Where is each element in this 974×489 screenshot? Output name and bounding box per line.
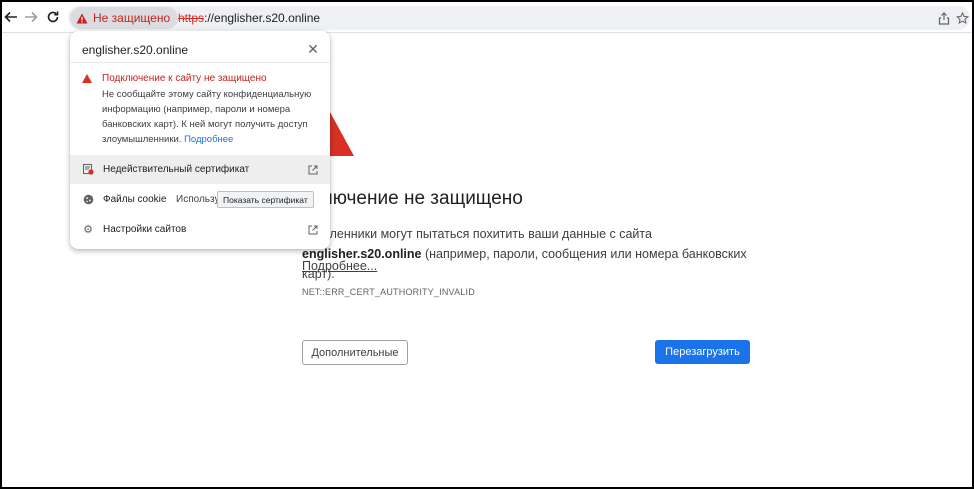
share-icon[interactable] <box>936 10 952 26</box>
popup-row-site-settings[interactable]: ⚙ Настройки сайтов <box>70 215 330 244</box>
more-info-link[interactable]: Подробнее... <box>302 259 377 273</box>
show-certificate-tooltip: Показать сертификат <box>217 191 314 208</box>
url-text[interactable]: https://englisher.s20.online <box>178 11 320 25</box>
popup-row-label: Недействительный сертификат <box>103 164 250 175</box>
popup-site-name: englisher.s20.online <box>82 43 189 57</box>
close-icon[interactable]: ✕ <box>305 41 321 57</box>
advanced-button[interactable]: Дополнительные <box>302 340 408 365</box>
popup-row-label: Файлы cookie <box>103 194 167 205</box>
security-chip[interactable]: Не защищено <box>70 7 179 29</box>
external-link-icon <box>307 164 319 176</box>
reload-button[interactable]: Перезагрузить <box>655 340 750 364</box>
warning-triangle-icon <box>82 74 92 83</box>
certificate-icon <box>82 164 94 176</box>
back-arrow-icon[interactable] <box>2 8 20 26</box>
url-host: ://englisher.s20.online <box>204 11 321 25</box>
page-body-text: мышленники могут пытаться похитить ваши … <box>302 224 772 284</box>
forward-arrow-icon[interactable] <box>22 8 40 26</box>
site-info-popup: englisher.s20.online ✕ Подключение к сай… <box>70 31 330 249</box>
gear-icon: ⚙ <box>83 224 93 236</box>
popup-more-link[interactable]: Подробнее <box>184 134 233 145</box>
bookmark-star-icon[interactable] <box>954 10 970 26</box>
popup-row-label: Настройки сайтов <box>103 224 187 235</box>
reload-icon[interactable] <box>44 8 62 26</box>
address-bar[interactable]: Не защищено https://englisher.s20.online <box>68 6 970 30</box>
external-link-icon <box>307 224 319 236</box>
popup-row-certificate[interactable]: Недействительный сертификат <box>70 155 330 184</box>
popup-warning-title: Подключение к сайту не защищено <box>102 73 267 84</box>
body-line-1: мышленники могут пытаться похитить ваши … <box>302 227 652 241</box>
popup-divider <box>70 62 330 63</box>
browser-toolbar: Не защищено https://englisher.s20.online <box>2 2 972 32</box>
security-chip-label: Не защищено <box>93 11 171 25</box>
page-title: дключение не защищено <box>302 188 523 209</box>
error-code: NET::ERR_CERT_AUTHORITY_INVALID <box>302 287 475 297</box>
warning-triangle-icon <box>76 13 88 23</box>
popup-warning-body: Не сообщайте этому сайту конфиденциальну… <box>102 87 320 147</box>
popup-row-detail: Использу <box>176 194 220 205</box>
url-scheme: https <box>178 11 205 25</box>
cookie-icon <box>82 194 94 206</box>
